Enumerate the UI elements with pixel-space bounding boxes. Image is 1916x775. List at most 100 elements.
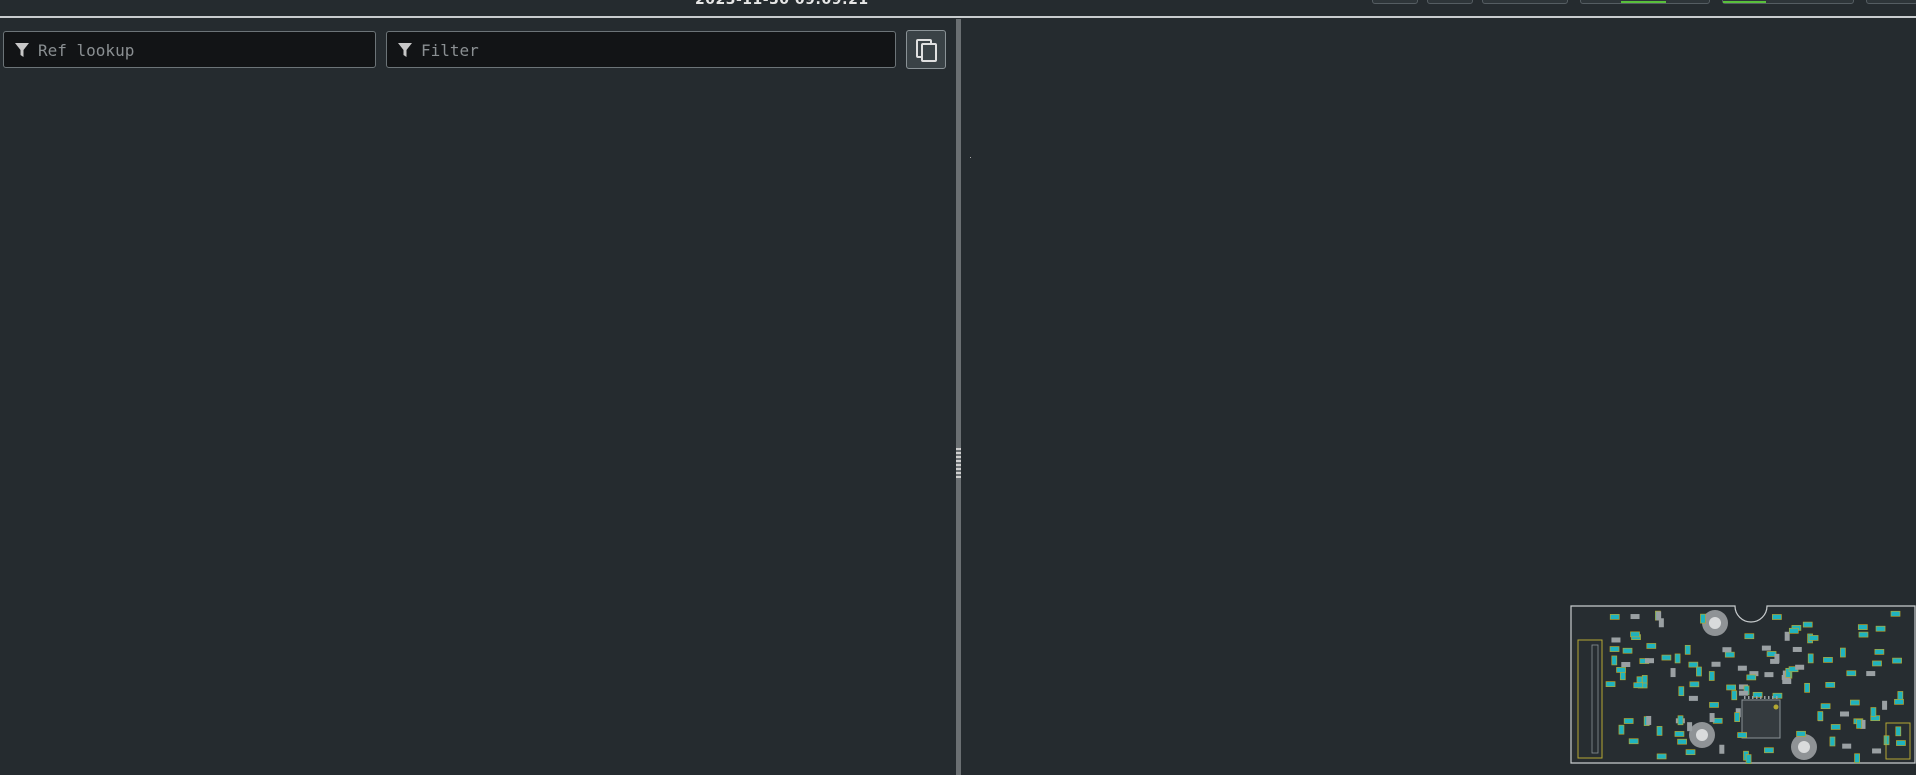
pcb-component-pad bbox=[1708, 671, 1715, 681]
ic-pin bbox=[1776, 696, 1778, 699]
pcb-component-pad bbox=[1788, 627, 1799, 634]
pcb-component-pad bbox=[1646, 715, 1652, 725]
pcb-component-pad bbox=[1630, 614, 1640, 620]
pcb-component-pad bbox=[1745, 754, 1752, 764]
pcb-component-pad bbox=[1817, 711, 1824, 721]
top-bar: 2023-11-30 09:09:21 bbox=[0, 0, 1916, 18]
pcb-component-pad bbox=[1623, 718, 1634, 724]
pcb-component-pad bbox=[1737, 665, 1747, 671]
pcb-component-pad bbox=[1611, 637, 1621, 643]
filter-icon bbox=[398, 43, 412, 57]
ic-pin bbox=[1748, 696, 1750, 699]
pcb-component-pad bbox=[1858, 631, 1869, 638]
pcb-component-pad bbox=[1802, 621, 1813, 628]
pcb-component-pad bbox=[1719, 744, 1725, 754]
pcb-component-pad bbox=[1621, 662, 1631, 668]
pcb-component-pad bbox=[1609, 646, 1620, 652]
pcb-component-pad bbox=[1630, 631, 1640, 638]
toolbar-button-3[interactable] bbox=[1482, 0, 1568, 4]
copy-button[interactable] bbox=[906, 30, 946, 69]
toolbar-progress-2-fill bbox=[1723, 1, 1766, 3]
pcb-component-pad bbox=[1685, 749, 1696, 756]
filter-field[interactable] bbox=[386, 31, 896, 69]
pcb-board-thumbnail[interactable] bbox=[1570, 605, 1916, 775]
pcb-component-pad bbox=[1894, 698, 1904, 705]
pcb-component-pad bbox=[1825, 682, 1836, 688]
pcb-component-pad bbox=[1726, 684, 1736, 691]
pcb-component-pad bbox=[1761, 645, 1771, 651]
pcb-component-pad bbox=[1746, 674, 1757, 681]
pcb-component-pad bbox=[1688, 661, 1699, 668]
pcb-component-pad bbox=[1609, 614, 1620, 620]
toolbar-progress-2[interactable] bbox=[1722, 0, 1854, 4]
pcb-component-pad bbox=[1849, 699, 1860, 706]
pcb-component-pad bbox=[1605, 681, 1616, 687]
pcb-component-pad bbox=[1687, 722, 1693, 732]
pcb-component-pad bbox=[1670, 668, 1676, 678]
pcb-component-pad bbox=[1688, 695, 1698, 701]
filter-icon bbox=[15, 43, 29, 57]
pcb-component-pad bbox=[1737, 732, 1748, 738]
toolbar-progress-1[interactable] bbox=[1580, 0, 1710, 4]
pcb-component-pad bbox=[1772, 614, 1782, 620]
pcb-component-pad bbox=[1722, 647, 1732, 653]
pcb-component-pad bbox=[1807, 653, 1814, 664]
pcb-component-pad bbox=[1857, 624, 1868, 630]
pcb-component-pad bbox=[1782, 679, 1792, 685]
pcb-component-pad bbox=[1896, 740, 1906, 746]
ref-lookup-field[interactable] bbox=[3, 31, 376, 69]
copy-icon bbox=[916, 39, 937, 62]
pcb-component-pad bbox=[1709, 702, 1719, 708]
ic-pin bbox=[1752, 696, 1754, 699]
pcb-component-pad bbox=[1872, 748, 1882, 754]
pcb-component-pad bbox=[1724, 651, 1735, 658]
pcb-component-pad bbox=[1892, 657, 1902, 664]
pcb-component-pad bbox=[1674, 731, 1685, 737]
pcb-component-pad bbox=[1796, 730, 1806, 737]
ref-lookup-input[interactable] bbox=[36, 32, 370, 69]
ic-pin bbox=[1768, 696, 1770, 699]
pcb-component-pad bbox=[1628, 738, 1639, 745]
pcb-component-pad bbox=[1840, 647, 1846, 658]
toolbar-button-1[interactable] bbox=[1372, 0, 1418, 4]
pcb-component-pad bbox=[1709, 713, 1715, 723]
pcb-component-pad bbox=[1711, 661, 1721, 667]
pcb-component-pad bbox=[1870, 707, 1877, 717]
pcb-component-pad bbox=[1689, 681, 1700, 688]
pcb-component-pad bbox=[1731, 690, 1738, 701]
pcb-component-pad bbox=[1616, 667, 1626, 673]
pcb-component-pad bbox=[1895, 726, 1902, 737]
pcb-component-pad bbox=[1656, 726, 1663, 736]
pcb-component-pad bbox=[1846, 670, 1857, 677]
ic-pin bbox=[1760, 696, 1762, 699]
pcb-component-pad bbox=[1795, 664, 1805, 670]
ic-pin bbox=[1764, 696, 1766, 699]
pcb-component-pad bbox=[1633, 682, 1644, 689]
filter-input[interactable] bbox=[419, 32, 893, 69]
pcb-component-pad bbox=[1856, 718, 1862, 729]
pcb-component-pad bbox=[1842, 743, 1852, 749]
board-date-title: 2023-11-30 09:09:21 bbox=[695, 0, 869, 8]
canvas-marker bbox=[970, 157, 971, 158]
pcb-component-pad bbox=[1656, 611, 1662, 621]
ic-pin bbox=[1772, 696, 1774, 699]
pcb-component-pad bbox=[1866, 671, 1876, 677]
pcb-component-pad bbox=[1656, 753, 1667, 760]
toolbar-progress-1-fill bbox=[1621, 1, 1666, 3]
pcb-component-pad bbox=[1874, 648, 1885, 655]
pcb-component-pad bbox=[1792, 646, 1802, 652]
toolbar-button-2[interactable] bbox=[1427, 0, 1473, 4]
pcb-canvas-panel[interactable] bbox=[961, 19, 1916, 775]
pcb-component-pad bbox=[1674, 653, 1681, 664]
pcb-component-pad bbox=[1875, 625, 1886, 632]
pcb-component-pad bbox=[1611, 655, 1618, 666]
pcb-component-pad bbox=[1829, 736, 1836, 747]
pcb-component-pad bbox=[1677, 715, 1684, 726]
pcb-component-pad bbox=[1646, 643, 1657, 649]
toolbar-button-6[interactable] bbox=[1866, 0, 1916, 4]
pcb-component-pad bbox=[1854, 753, 1860, 764]
pcb-component-pad bbox=[1804, 682, 1810, 693]
pcb-component-pad bbox=[1738, 690, 1748, 696]
pcb-component-pad bbox=[1764, 747, 1774, 754]
pcb-component-pad bbox=[1784, 631, 1790, 641]
